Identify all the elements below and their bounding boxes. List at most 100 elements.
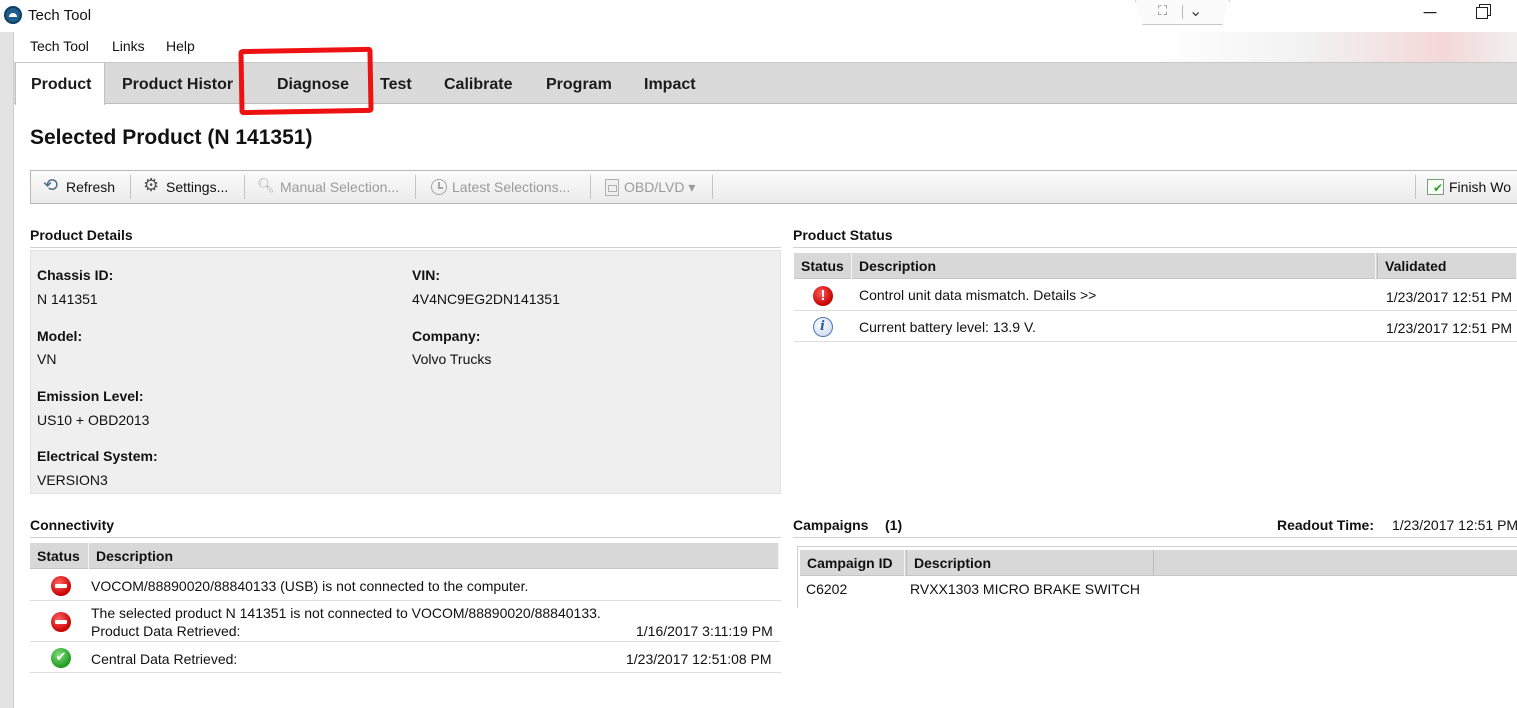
electrical-system-value: VERSION3 xyxy=(37,472,108,488)
connectivity-description: Central Data Retrieved: xyxy=(91,651,238,667)
column-header-validated[interactable]: Validated xyxy=(1377,253,1517,279)
column-header-description[interactable]: Description xyxy=(852,253,1376,279)
window-left-border xyxy=(0,32,14,708)
table-row: The selected product N 141351 is not con… xyxy=(30,601,781,642)
latest-selections-label: Latest Selections... xyxy=(452,179,571,195)
emission-level-label: Emission Level: xyxy=(37,388,144,404)
table-row: VOCOM/88890020/88840133 (USB) is not con… xyxy=(30,570,781,601)
status-description[interactable]: Control unit data mismatch. Details >> xyxy=(859,287,1096,303)
product-status-heading: Product Status xyxy=(793,227,893,243)
campaigns-table: Campaign ID Description C6202 RVXX1303 M… xyxy=(797,546,1517,608)
document-icon xyxy=(605,178,619,196)
column-header-description[interactable]: Description xyxy=(89,543,779,569)
toolbar-divider xyxy=(712,175,713,199)
section-divider xyxy=(793,537,1517,538)
connectivity-timestamp: 1/16/2017 3:11:19 PM xyxy=(636,623,773,639)
vin-label: VIN: xyxy=(412,267,440,283)
menu-tech-tool[interactable]: Tech Tool xyxy=(30,38,89,54)
title-control-pill[interactable]: ⛶ ⌄ xyxy=(1135,0,1230,25)
column-header-description[interactable]: Description xyxy=(906,550,1154,576)
emission-level-value: US10 + OBD2013 xyxy=(37,412,150,428)
expand-icon[interactable]: ⛶ xyxy=(1158,3,1167,19)
toolbar-divider xyxy=(1415,175,1416,199)
search-icon xyxy=(257,177,275,196)
info-icon xyxy=(813,317,833,337)
check-icon xyxy=(51,648,71,668)
finish-work-button[interactable]: Finish Wo xyxy=(1421,171,1511,203)
stop-icon xyxy=(51,612,71,632)
tab-calibrate[interactable]: Calibrate xyxy=(429,63,527,105)
product-details-heading: Product Details xyxy=(30,227,133,243)
settings-button[interactable]: Settings... xyxy=(137,171,228,203)
page-title: Selected Product (N 141351) xyxy=(30,126,313,149)
toolbar: Refresh Settings... Manual Selection... … xyxy=(30,170,1517,204)
toolbar-divider xyxy=(590,175,591,199)
electrical-system-label: Electrical System: xyxy=(37,448,158,464)
connectivity-description: VOCOM/88890020/88840133 (USB) is not con… xyxy=(91,578,529,594)
campaign-id: C6202 xyxy=(806,581,848,597)
company-value: Volvo Trucks xyxy=(412,351,492,367)
latest-selections-button[interactable]: Latest Selections... xyxy=(425,171,570,203)
tab-test[interactable]: Test xyxy=(365,63,427,105)
restore-button[interactable] xyxy=(1476,4,1491,19)
tab-impact[interactable]: Impact xyxy=(629,63,711,105)
obd-lvd-label: OBD/LVD ▾ xyxy=(624,178,696,195)
obd-lvd-dropdown[interactable]: OBD/LVD ▾ xyxy=(599,171,695,203)
tab-diagnose[interactable]: Diagnose xyxy=(262,63,364,105)
campaigns-heading: Campaigns xyxy=(793,517,869,533)
company-label: Company: xyxy=(412,328,481,344)
table-row[interactable]: Current battery level: 13.9 V. 1/23/2017… xyxy=(794,311,1517,342)
refresh-icon xyxy=(43,175,61,196)
chassis-id-value: N 141351 xyxy=(37,291,98,307)
stop-icon xyxy=(51,576,71,596)
app-logo-icon xyxy=(4,6,22,24)
status-validated: 1/23/2017 12:51 PM xyxy=(1386,320,1513,336)
connectivity-heading: Connectivity xyxy=(30,517,115,533)
toolbar-divider xyxy=(244,175,245,199)
product-details-panel: Chassis ID: N 141351 VIN: 4V4NC9EG2DN141… xyxy=(30,250,781,494)
minimize-button[interactable]: ─ xyxy=(1420,2,1440,23)
status-description: Current battery level: 13.9 V. xyxy=(859,319,1036,335)
manual-selection-label: Manual Selection... xyxy=(280,179,400,195)
menu-bar-banner xyxy=(1160,32,1517,62)
tab-program[interactable]: Program xyxy=(531,63,627,105)
section-divider xyxy=(793,247,1517,248)
manual-selection-button[interactable]: Manual Selection... xyxy=(251,171,399,203)
clock-icon xyxy=(431,179,447,195)
error-icon xyxy=(813,286,833,306)
table-row: Central Data Retrieved: 1/23/2017 12:51:… xyxy=(30,642,781,673)
column-header-campaign-id[interactable]: Campaign ID xyxy=(800,550,905,576)
main-tabs: Product Product Histor Diagnose Test Cal… xyxy=(14,62,1517,105)
vin-value: 4V4NC9EG2DN141351 xyxy=(412,291,560,307)
product-status-header: Status Description Validated xyxy=(794,253,1517,279)
model-value: VN xyxy=(37,351,57,367)
chevron-down-icon[interactable]: ⌄ xyxy=(1189,1,1202,21)
campaigns-header: Campaign ID Description xyxy=(800,550,1517,576)
window-title: Tech Tool xyxy=(28,7,92,24)
connectivity-header: Status Description xyxy=(30,543,779,569)
menu-help[interactable]: Help xyxy=(166,38,195,54)
section-divider xyxy=(30,247,781,248)
refresh-label: Refresh xyxy=(66,179,116,195)
connectivity-description: The selected product N 141351 is not con… xyxy=(91,605,601,621)
divider xyxy=(1182,5,1183,19)
campaigns-count: (1) xyxy=(885,517,903,533)
settings-label: Settings... xyxy=(166,179,229,195)
finish-work-label: Finish Wo xyxy=(1449,179,1511,195)
readout-time-value: 1/23/2017 12:51 PM xyxy=(1392,517,1517,533)
column-header-status[interactable]: Status xyxy=(30,543,89,569)
status-validated: 1/23/2017 12:51 PM xyxy=(1386,289,1513,305)
table-row[interactable]: C6202 RVXX1303 MICRO BRAKE SWITCH xyxy=(800,577,1517,605)
table-row[interactable]: Control unit data mismatch. Details >> 1… xyxy=(794,280,1517,311)
model-label: Model: xyxy=(37,328,83,344)
refresh-button[interactable]: Refresh xyxy=(37,171,115,203)
tab-product-history[interactable]: Product Histor xyxy=(107,63,247,105)
campaign-description: RVXX1303 MICRO BRAKE SWITCH xyxy=(910,581,1141,597)
title-bar: Tech Tool ⛶ ⌄ ─ xyxy=(0,0,1517,32)
connectivity-subtitle: Product Data Retrieved: xyxy=(91,623,241,639)
chassis-id-label: Chassis ID: xyxy=(37,267,114,283)
column-header-status[interactable]: Status xyxy=(794,253,852,279)
gear-icon xyxy=(143,175,161,196)
tab-product[interactable]: Product xyxy=(15,63,105,105)
menu-links[interactable]: Links xyxy=(112,38,145,54)
